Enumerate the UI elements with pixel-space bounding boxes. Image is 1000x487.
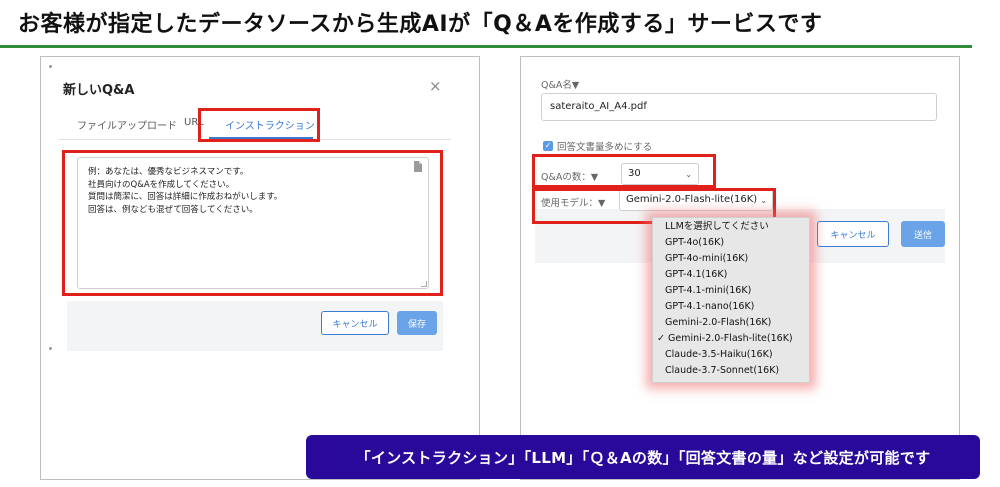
model-option-label: Gemini-2.0-Flash-lite(16K)	[668, 333, 793, 344]
model-option[interactable]: GPT-4.1-nano(16K)	[653, 299, 811, 315]
model-option-selected[interactable]: ✓ Gemini-2.0-Flash-lite(16K)	[653, 331, 811, 347]
send-button[interactable]: 送信	[901, 221, 945, 247]
page-headline: お客様が指定したデータソースから生成AIが「Q＆Aを作成する」サービスです	[18, 12, 823, 37]
model-option[interactable]: GPT-4.1(16K)	[653, 267, 811, 283]
checkbox-icon[interactable]: ✓	[543, 141, 553, 151]
model-option[interactable]: Claude-3.7-Sonnet(16K)	[653, 363, 811, 379]
highlight-instruction-area	[62, 150, 443, 296]
corner-dot	[49, 347, 52, 350]
model-dropdown-list: LLMを選択してください GPT-4o(16K) GPT-4o-mini(16K…	[652, 217, 810, 383]
model-option[interactable]: GPT-4.1-mini(16K)	[653, 283, 811, 299]
model-option[interactable]: GPT-4o-mini(16K)	[653, 251, 811, 267]
highlight-instruction-tab	[198, 108, 320, 142]
dialog-title: 新しいQ&A	[63, 83, 135, 98]
check-icon: ✓	[657, 333, 665, 344]
highlight-qa-count	[532, 154, 716, 188]
corner-dot	[49, 65, 52, 68]
save-button[interactable]: 保存	[397, 311, 437, 335]
cancel-button[interactable]: キャンセル	[817, 221, 889, 247]
qa-name-input[interactable]: sateraito_AI_A4.pdf	[541, 93, 937, 121]
qa-name-label: Q&A名▼	[541, 80, 580, 91]
tab-file-upload[interactable]: ファイルアップロード	[77, 117, 177, 132]
more-answer-checkbox-label[interactable]: 回答文書量多めにする	[557, 139, 652, 153]
model-option[interactable]: GPT-4o(16K)	[653, 235, 811, 251]
dialog-footer: キャンセル 保存	[67, 301, 443, 351]
close-icon[interactable]: ×	[429, 77, 442, 95]
model-option[interactable]: Gemini-2.0-Flash(16K)	[653, 315, 811, 331]
feature-banner: 「インストラクション」「LLM」「Ｑ＆Aの数」「回答文書の量」など設定が可能です	[306, 435, 980, 479]
model-option[interactable]: LLMを選択してください	[653, 219, 811, 235]
headline-underline	[0, 45, 972, 48]
model-option[interactable]: Claude-3.5-Haiku(16K)	[653, 347, 811, 363]
cancel-button[interactable]: キャンセル	[321, 311, 389, 335]
